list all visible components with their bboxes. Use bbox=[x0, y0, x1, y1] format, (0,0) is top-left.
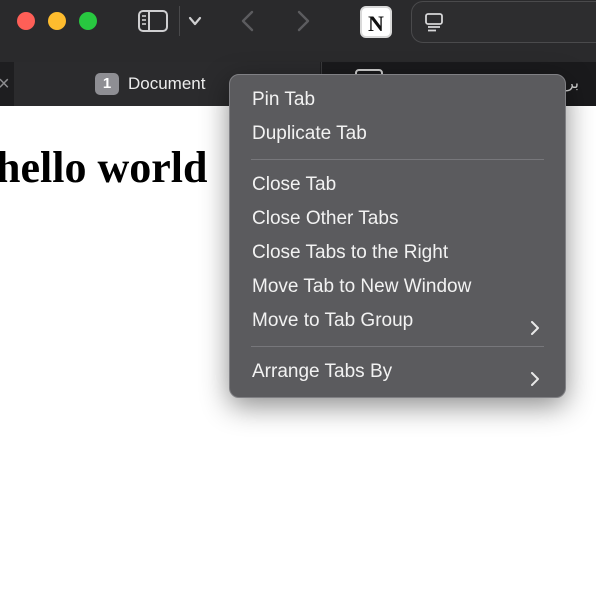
menu-item-label: Arrange Tabs By bbox=[252, 361, 393, 382]
chevron-right-icon bbox=[530, 365, 540, 386]
menu-item-move-tab-new-window[interactable]: Move Tab to New Window bbox=[242, 271, 554, 303]
menu-item-label: Move to Tab Group bbox=[252, 310, 414, 331]
page-heading: hello world bbox=[0, 143, 208, 192]
menu-item-duplicate-tab[interactable]: Duplicate Tab bbox=[242, 118, 554, 150]
tab-number-badge: 1 bbox=[95, 73, 119, 95]
browser-window: N × 1 Document برنامج hello world Pin Ta… bbox=[0, 0, 596, 600]
menu-separator bbox=[251, 346, 544, 347]
toolbar: N bbox=[0, 0, 596, 62]
page-icon bbox=[424, 12, 444, 32]
chevron-right-icon bbox=[530, 314, 540, 335]
toolbar-divider bbox=[179, 6, 180, 36]
menu-item-label: Close Tab bbox=[252, 174, 337, 195]
menu-item-label: Pin Tab bbox=[252, 89, 316, 110]
menu-item-close-tab[interactable]: Close Tab bbox=[242, 169, 554, 201]
chevron-down-icon[interactable] bbox=[187, 13, 203, 29]
back-arrow-icon[interactable] bbox=[238, 9, 258, 33]
menu-item-arrange-tabs-by[interactable]: Arrange Tabs By bbox=[242, 356, 554, 388]
menu-item-label: Duplicate Tab bbox=[252, 123, 367, 144]
sidebar-icon[interactable] bbox=[137, 9, 169, 33]
zoom-window-button[interactable] bbox=[79, 12, 97, 30]
menu-separator bbox=[251, 159, 544, 160]
menu-item-label: Close Other Tabs bbox=[252, 208, 399, 229]
tab-context-menu: Pin Tab Duplicate Tab Close Tab Close Ot… bbox=[229, 74, 566, 398]
tab-title: Document bbox=[128, 74, 206, 93]
notion-icon[interactable]: N bbox=[360, 6, 392, 38]
menu-item-pin-tab[interactable]: Pin Tab bbox=[242, 84, 554, 116]
address-bar[interactable] bbox=[411, 1, 596, 43]
menu-item-label: Move Tab to New Window bbox=[252, 276, 472, 297]
menu-item-close-tabs-right[interactable]: Close Tabs to the Right bbox=[242, 237, 554, 269]
menu-item-label: Close Tabs to the Right bbox=[252, 242, 449, 263]
close-window-button[interactable] bbox=[17, 12, 35, 30]
forward-arrow-icon[interactable] bbox=[293, 9, 313, 33]
minimize-window-button[interactable] bbox=[48, 12, 66, 30]
menu-item-move-to-tab-group[interactable]: Move to Tab Group bbox=[242, 305, 554, 337]
menu-item-close-other-tabs[interactable]: Close Other Tabs bbox=[242, 203, 554, 235]
close-tab-icon[interactable]: × bbox=[0, 73, 14, 95]
